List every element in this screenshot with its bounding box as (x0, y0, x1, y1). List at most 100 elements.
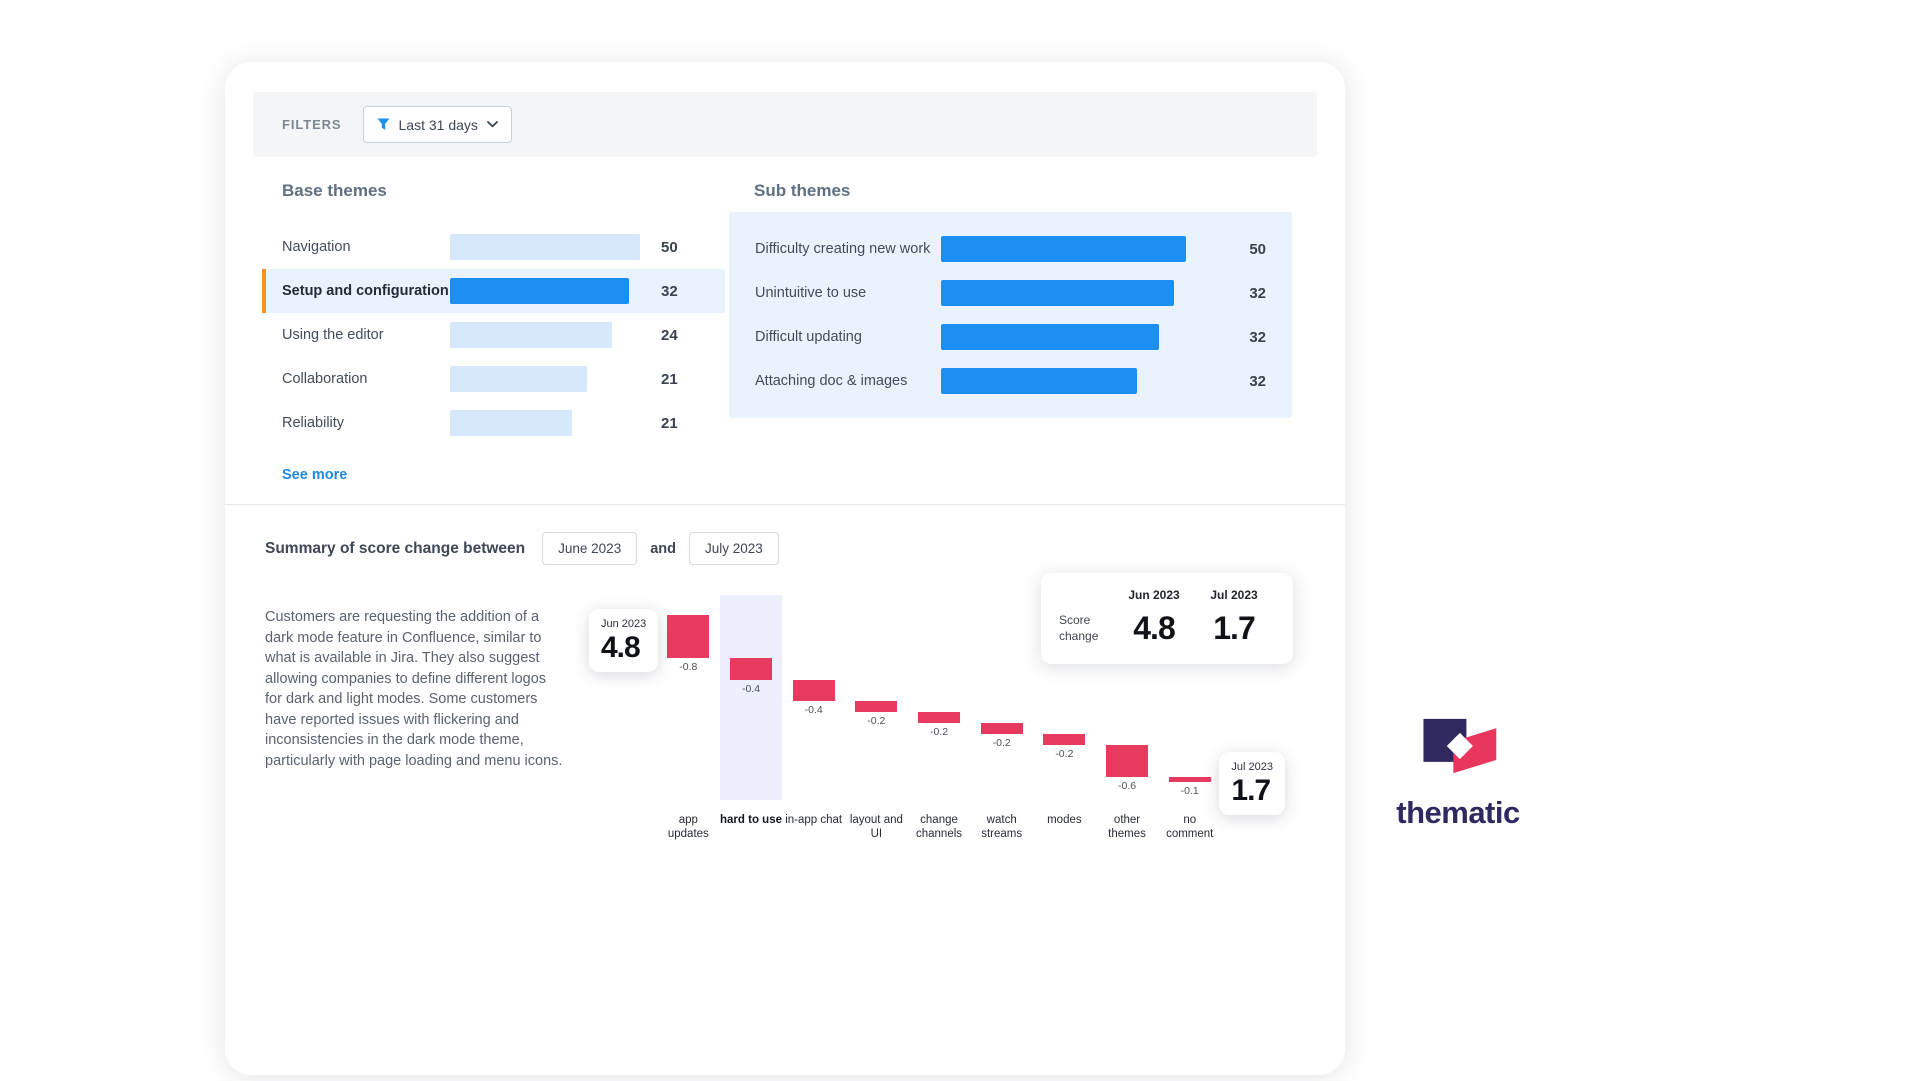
waterfall-chart: Jun 2023 4.8 -0.8 app updates (589, 587, 1293, 865)
waterfall-category-label: other themes (1096, 813, 1159, 842)
waterfall-plot: -0.2 (845, 595, 908, 800)
waterfall-value-label: -0.1 (1152, 785, 1227, 797)
sub-theme-label: Difficulty creating new work (755, 241, 941, 257)
date-from-selector[interactable]: June 2023 (542, 532, 637, 565)
base-theme-row[interactable]: Collaboration 21 (262, 357, 725, 401)
waterfall-category-label: modes (1033, 813, 1096, 827)
sub-theme-value: 32 (1249, 285, 1266, 302)
sub-theme-bar (941, 280, 1174, 306)
waterfall-category-label: layout and UI (845, 813, 908, 842)
theme-label: Collaboration (282, 371, 450, 387)
waterfall-plot: -0.8 (657, 595, 720, 800)
theme-bar-track (450, 322, 640, 348)
theme-value: 50 (661, 239, 678, 256)
theme-bar-track (450, 410, 640, 436)
sub-theme-bar-track (941, 324, 1186, 350)
theme-bar-track (450, 366, 640, 392)
sub-themes-heading: Sub themes (754, 181, 1292, 201)
sub-theme-bar-track (941, 280, 1186, 306)
score-card-col1-header: Jun 2023 (1111, 588, 1197, 610)
see-more-link[interactable]: See more (282, 467, 347, 483)
waterfall-category-label: watch streams (970, 813, 1033, 842)
sub-theme-value: 50 (1249, 241, 1266, 258)
theme-value: 21 (661, 415, 678, 432)
sub-theme-row[interactable]: Unintuitive to use 32 (755, 271, 1266, 315)
waterfall-column: -0.8 app updates (657, 595, 720, 842)
end-score-period: Jul 2023 (1231, 761, 1273, 773)
score-card-value-1: 4.8 (1111, 610, 1197, 647)
and-label: and (650, 541, 676, 557)
date-range-dropdown[interactable]: Last 31 days (363, 106, 512, 143)
start-score-badge: Jun 2023 4.8 (589, 609, 658, 672)
base-themes-heading: Base themes (282, 181, 725, 201)
theme-label: Setup and configuration (282, 283, 450, 299)
sub-theme-value: 32 (1249, 329, 1266, 346)
start-score-period: Jun 2023 (601, 618, 646, 630)
waterfall-plot: -0.4 (782, 595, 845, 800)
theme-bar-track (450, 278, 640, 304)
theme-label: Reliability (282, 415, 450, 431)
score-card-value-2: 1.7 (1197, 610, 1271, 647)
brand-logo: thematic (1388, 704, 1528, 831)
waterfall-column: -0.2 watch streams (970, 595, 1033, 842)
theme-bar (450, 410, 572, 436)
theme-bar (450, 278, 629, 304)
waterfall-bar[interactable] (981, 723, 1023, 734)
waterfall-bar[interactable] (1043, 734, 1085, 745)
filters-label: FILTERS (282, 117, 342, 132)
base-theme-row[interactable]: Setup and configuration 32 (262, 269, 725, 313)
sub-theme-bar-track (941, 236, 1186, 262)
sub-theme-row[interactable]: Attaching doc & images 32 (755, 359, 1266, 403)
base-themes-panel: Base themes Navigation 50 Setup and conf… (253, 181, 725, 484)
selected-accent-bar (262, 269, 266, 313)
page: FILTERS Last 31 days Base themes Navigat… (0, 0, 1920, 1081)
theme-bar (450, 322, 612, 348)
themes-section: Base themes Navigation 50 Setup and conf… (225, 181, 1345, 484)
waterfall-bar[interactable] (1106, 745, 1148, 777)
theme-bar (450, 366, 587, 392)
waterfall-bar[interactable] (855, 701, 897, 712)
filters-bar: FILTERS Last 31 days (253, 92, 1317, 157)
sub-theme-bar (941, 236, 1186, 262)
date-to-selector[interactable]: July 2023 (689, 532, 779, 565)
waterfall-bar[interactable] (1169, 777, 1211, 782)
theme-bar-track (450, 234, 640, 260)
summary-body: Customers are requesting the addition of… (225, 565, 1345, 865)
chevron-down-icon (487, 121, 498, 128)
theme-value: 32 (661, 283, 678, 300)
sub-theme-label: Difficult updating (755, 329, 941, 345)
waterfall-bar[interactable] (667, 615, 709, 658)
summary-header: Summary of score change between June 202… (225, 505, 1345, 565)
sub-themes-list: Difficulty creating new work 50 Unintuit… (729, 212, 1292, 418)
score-change-card: Jun 2023 Jul 2023 Score change 4.8 1.7 (1041, 573, 1293, 664)
dashboard-card: FILTERS Last 31 days Base themes Navigat… (225, 62, 1345, 1075)
theme-bar (450, 234, 640, 260)
waterfall-bar[interactable] (730, 658, 772, 680)
waterfall-bar[interactable] (793, 680, 835, 702)
waterfall-plot: -0.2 (908, 595, 971, 800)
filter-funnel-icon (377, 118, 390, 131)
waterfall-category-label: change channels (908, 813, 971, 842)
base-theme-row[interactable]: Using the editor 24 (262, 313, 725, 357)
sub-theme-bar (941, 324, 1159, 350)
brand-name: thematic (1388, 795, 1528, 831)
end-score-value: 1.7 (1231, 774, 1273, 808)
theme-value: 21 (661, 371, 678, 388)
waterfall-bar[interactable] (918, 712, 960, 723)
summary-paragraph: Customers are requesting the addition of… (265, 607, 565, 865)
summary-title: Summary of score change between (265, 540, 525, 558)
waterfall-plot: -0.2 (970, 595, 1033, 800)
sub-theme-row[interactable]: Difficulty creating new work 50 (755, 227, 1266, 271)
base-themes-list: Navigation 50 Setup and configuration 32… (262, 225, 725, 445)
sub-theme-label: Unintuitive to use (755, 285, 941, 301)
sub-theme-row[interactable]: Difficult updating 32 (755, 315, 1266, 359)
base-theme-row[interactable]: Navigation 50 (262, 225, 725, 269)
base-theme-row[interactable]: Reliability 21 (262, 401, 725, 445)
waterfall-category-label: app updates (657, 813, 720, 842)
theme-label: Navigation (282, 239, 450, 255)
waterfall-plot: -0.4 (720, 595, 783, 800)
waterfall-column: -0.2 change channels (908, 595, 971, 842)
sub-theme-label: Attaching doc & images (755, 373, 941, 389)
waterfall-category-label: in-app chat (782, 813, 845, 827)
waterfall-column: -0.4 in-app chat (782, 595, 845, 842)
